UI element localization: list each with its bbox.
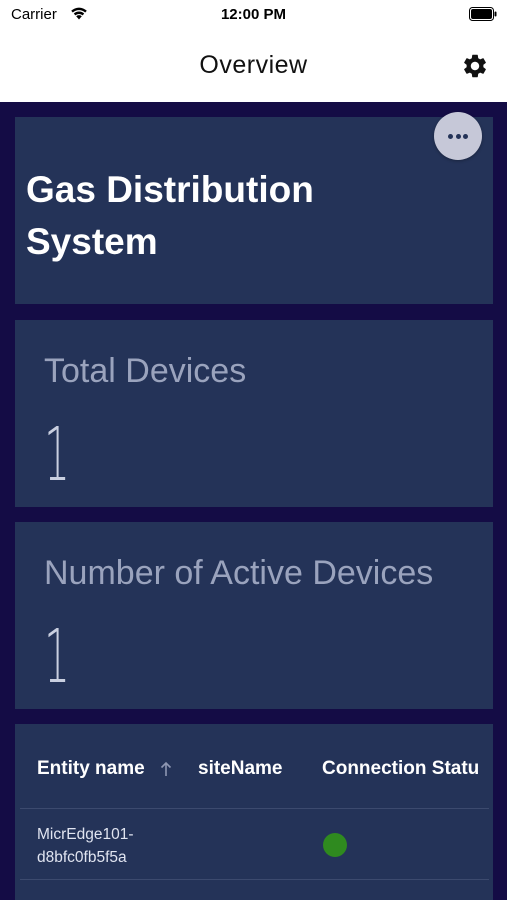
status-bar: Carrier 12:00 PM <box>0 0 507 34</box>
total-devices-card: Total Devices 1 <box>15 320 493 507</box>
ellipsis-icon <box>463 134 468 139</box>
active-devices-card: Number of Active Devices 1 <box>15 522 493 709</box>
stat-label: Total Devices <box>44 352 247 390</box>
devices-table: Entity name siteName Connection Statu Mi… <box>15 724 493 900</box>
ellipsis-icon <box>455 134 461 139</box>
column-header-connection-status[interactable]: Connection Statu <box>322 758 479 780</box>
entity-name-cell[interactable]: MicrEdge101-d8bfc0fb5f5a <box>37 823 187 869</box>
dashboard-title-card: Gas Distribution System <box>15 112 493 304</box>
gear-icon[interactable] <box>461 52 489 80</box>
ellipsis-icon <box>448 134 453 139</box>
connection-status-indicator <box>323 833 347 857</box>
column-header-entity-name[interactable]: Entity name <box>37 758 145 780</box>
more-options-button[interactable] <box>434 112 482 160</box>
clock: 12:00 PM <box>220 6 287 23</box>
sort-ascending-icon[interactable] <box>159 760 173 778</box>
system-title: Gas Distribution System <box>26 169 314 262</box>
stat-value: 1 <box>44 614 70 700</box>
stat-label: Number of Active Devices <box>44 554 434 592</box>
stat-value: 1 <box>44 412 70 498</box>
battery-icon <box>469 7 497 21</box>
row-divider <box>20 879 489 880</box>
column-header-site-name[interactable]: siteName <box>198 758 283 780</box>
page-title: Overview <box>199 51 308 79</box>
navigation-bar: Overview <box>0 34 507 102</box>
header-divider <box>20 808 489 809</box>
